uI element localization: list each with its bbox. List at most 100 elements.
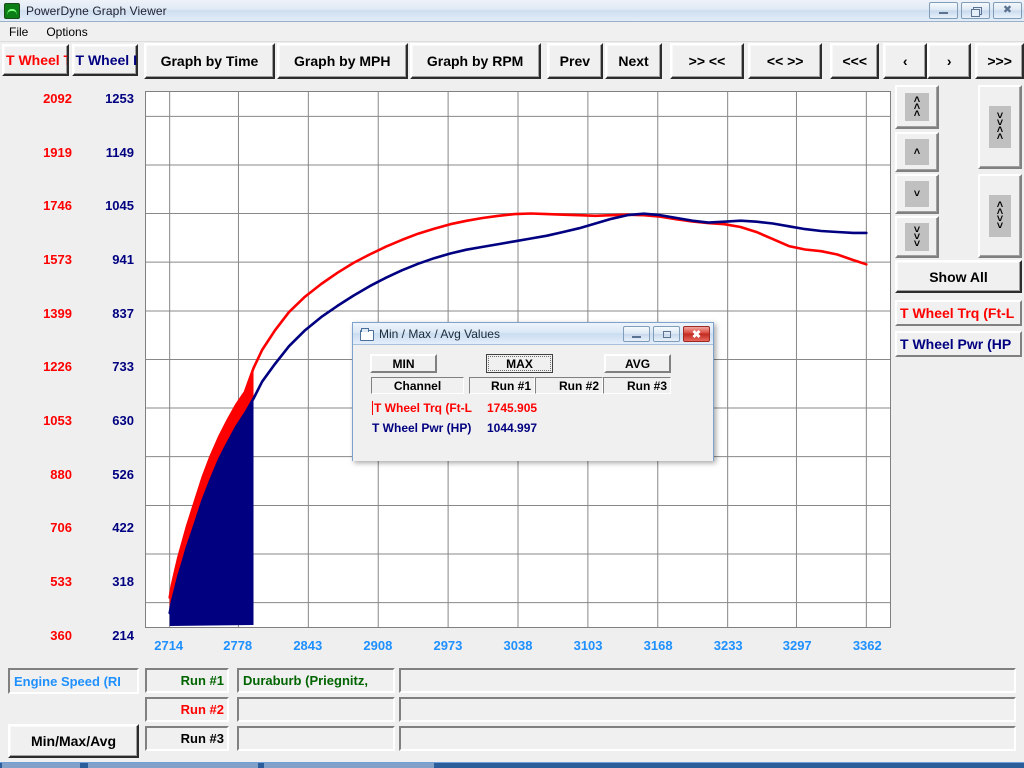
x-tick-label: 2714 — [154, 638, 184, 653]
page-left-button[interactable]: <<< — [830, 43, 880, 79]
x-axis-labels: 2714 2778 2843 2908 2973 3038 3103 3168 3233 3297… — [0, 638, 900, 658]
zoom-out-horizontal-button[interactable]: << >> — [748, 43, 823, 79]
title-bar: PowerDyne Graph Viewer ✖ — [0, 0, 1024, 22]
x-tick-label: 3233 — [713, 638, 743, 653]
taskbar-item-2[interactable] — [88, 763, 258, 768]
step-left-button[interactable]: ‹ — [883, 43, 928, 79]
menu-bar: File Options — [0, 22, 1024, 42]
run3-label[interactable]: Run #3 — [145, 726, 229, 751]
graph-by-rpm-button[interactable]: Graph by RPM — [409, 43, 541, 79]
chevrons-diverge-icon: ˄ ˄ ˅ ˅ — [989, 195, 1011, 237]
x-tick-label: 2843 — [293, 638, 323, 653]
legend-channel-torque[interactable]: T Wheel Trq (Ft-L — [895, 300, 1022, 326]
step-right-button[interactable]: › — [927, 43, 972, 79]
dialog-title-bar: Min / Max / Avg Values ✖ — [353, 323, 713, 345]
run3-file-field[interactable] — [237, 726, 395, 751]
page-right-button[interactable]: >>> — [975, 43, 1024, 79]
chevron-glyph: ˄ — [996, 131, 1004, 143]
menu-file[interactable]: File — [0, 24, 37, 40]
channel-tab-power[interactable]: T Wheel P — [71, 44, 139, 76]
restore-button[interactable] — [961, 2, 990, 19]
y-tick-left: 1399 — [43, 305, 72, 321]
app-graph-icon — [4, 2, 20, 19]
run2-file-field[interactable] — [237, 697, 395, 722]
row-power-run1: 1044.997 — [487, 421, 538, 435]
chevron-glyph: ˅ — [996, 220, 1004, 232]
run1-label[interactable]: Run #1 — [145, 668, 229, 693]
y-tick-left: 1053 — [43, 412, 72, 428]
x-tick-label: 3103 — [573, 638, 603, 653]
close-icon: ✖ — [1002, 4, 1013, 16]
chevron-glyph: ˅ — [913, 237, 921, 250]
run3-notes-field[interactable] — [399, 726, 1016, 751]
header-channel: Channel — [371, 377, 464, 394]
header-run1: Run #1 — [469, 377, 535, 394]
chevron-glyph: ˄ — [913, 145, 921, 158]
run1-file-field[interactable]: Duraburb (Priegnitz, — [237, 668, 395, 693]
scroll-top-button[interactable]: ˄ ˄ ˄ — [895, 85, 939, 129]
dialog-close-button[interactable]: ✖ — [683, 326, 710, 342]
max-button[interactable]: MAX — [486, 354, 553, 373]
chevron-up-icon: ˄ — [905, 139, 929, 165]
next-button[interactable]: Next — [605, 43, 662, 79]
min-max-avg-dialog: Min / Max / Avg Values ✖ MIN MAX AVG Cha… — [352, 322, 714, 461]
folder-window-icon — [360, 327, 374, 341]
x-tick-label: 3297 — [782, 638, 812, 653]
prev-button[interactable]: Prev — [546, 43, 604, 79]
taskbar-item-1[interactable] — [2, 763, 80, 768]
channel-tab-torque[interactable]: T Wheel T — [2, 44, 69, 76]
chevron-glyph: ˄ — [913, 107, 921, 120]
chevron-glyph: ˅ — [913, 187, 921, 200]
y-tick-right: 318 — [112, 573, 134, 589]
y-tick-left: 1226 — [43, 359, 72, 375]
y-tick-left: 880 — [50, 466, 72, 482]
run2-label[interactable]: Run #2 — [145, 697, 229, 722]
dialog-restore-button[interactable] — [653, 326, 680, 342]
zoom-out-vertical-button[interactable]: ˄ ˄ ˅ ˅ — [978, 174, 1022, 258]
min-max-avg-button[interactable]: Min/Max/Avg — [8, 724, 139, 758]
x-tick-label: 3362 — [852, 638, 882, 653]
y-tick-right: 1253 — [105, 91, 134, 106]
y-tick-left: 2092 — [43, 91, 72, 106]
avg-button[interactable]: AVG — [604, 354, 671, 373]
y-axis-labels: 2092 1253 1919 1149 1746 1045 1573 941 1399 837 12… — [0, 76, 140, 643]
y-tick-right: 1149 — [105, 144, 134, 160]
header-run3: Run #3 — [603, 377, 671, 394]
header-run2: Run #2 — [535, 377, 603, 394]
run1-notes-field[interactable] — [399, 668, 1016, 693]
chevrons-down-triple-icon: ˅ ˅ ˅ — [905, 223, 929, 251]
y-tick-left: 1919 — [43, 144, 72, 160]
scroll-down-button[interactable]: ˅ — [895, 174, 939, 214]
minimize-icon — [939, 12, 948, 14]
application-window: PowerDyne Graph Viewer ✖ File Options T … — [0, 0, 1024, 768]
scroll-bottom-button[interactable]: ˅ ˅ ˅ — [895, 216, 939, 258]
scroll-up-button[interactable]: ˄ — [895, 132, 939, 172]
x-tick-label: 2973 — [433, 638, 463, 653]
minimize-button[interactable] — [929, 2, 958, 19]
zoom-in-vertical-button[interactable]: ˅ ˅ ˄ ˄ — [978, 85, 1022, 169]
min-button[interactable]: MIN — [370, 354, 437, 373]
y-tick-left: 1746 — [43, 198, 72, 214]
run2-notes-field[interactable] — [399, 697, 1016, 722]
close-button[interactable]: ✖ — [993, 2, 1022, 19]
window-controls: ✖ — [929, 2, 1022, 19]
chevrons-up-triple-icon: ˄ ˄ ˄ — [905, 93, 929, 121]
x-tick-label: 3168 — [643, 638, 673, 653]
graph-by-time-button[interactable]: Graph by Time — [144, 43, 275, 79]
taskbar[interactable] — [0, 762, 1024, 768]
chevron-down-icon: ˅ — [905, 181, 929, 207]
x-tick-label: 3038 — [503, 638, 533, 653]
legend-channel-power[interactable]: T Wheel Pwr (HP — [895, 331, 1022, 357]
x-tick-label: 2908 — [363, 638, 393, 653]
x-channel-field[interactable]: Engine Speed (RI — [8, 668, 139, 694]
toolbar: T Wheel T T Wheel P Graph by Time Graph … — [0, 43, 1024, 81]
dialog-minimize-button[interactable] — [623, 326, 650, 342]
menu-options[interactable]: Options — [37, 24, 96, 40]
show-all-button[interactable]: Show All — [895, 260, 1022, 293]
graph-by-mph-button[interactable]: Graph by MPH — [276, 43, 408, 79]
minimize-icon — [632, 335, 641, 338]
zoom-in-horizontal-button[interactable]: >> << — [669, 43, 745, 79]
chevrons-converge-icon: ˅ ˅ ˄ ˄ — [989, 106, 1011, 148]
y-tick-left: 533 — [50, 573, 72, 589]
taskbar-item-3[interactable] — [264, 763, 434, 768]
